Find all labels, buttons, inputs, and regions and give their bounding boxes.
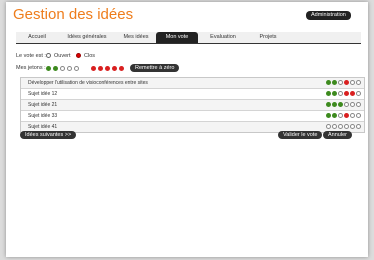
main-panel: Gestion des idées Administration Accueil… [6, 2, 368, 257]
vote-empty-dot[interactable] [356, 124, 361, 129]
tab-accueil[interactable]: Accueil [16, 32, 58, 43]
vote-empty-dot[interactable] [350, 113, 355, 118]
idea-title: Sujet idée 33 [28, 113, 58, 119]
vote-green-dot[interactable] [332, 113, 337, 118]
administration-button[interactable]: Administration [306, 11, 351, 20]
token-empty-dot [60, 66, 65, 71]
vote-red-dot[interactable] [344, 80, 349, 85]
token-red-dot [91, 66, 96, 71]
vote-empty-dot[interactable] [338, 91, 343, 96]
token-red-dot [112, 66, 117, 71]
idea-vote-dots [326, 91, 366, 97]
idea-vote-dots [326, 80, 366, 86]
vote-red-dot[interactable] [350, 91, 355, 96]
vote-empty-dot[interactable] [338, 113, 343, 118]
vote-empty-dot[interactable] [344, 124, 349, 129]
idea-title: Sujet idée 21 [28, 102, 58, 108]
vote-red-dot[interactable] [344, 91, 349, 96]
idea-vote-dots [326, 102, 366, 108]
idea-vote-dots [326, 113, 366, 119]
vote-closed-label: Clos [84, 53, 96, 59]
vote-empty-dot[interactable] [350, 102, 355, 107]
vote-status-label: Le vote est : [16, 53, 46, 59]
vote-red-dot[interactable] [344, 113, 349, 118]
vote-green-dot[interactable] [326, 113, 331, 118]
vote-empty-dot[interactable] [356, 113, 361, 118]
vote-empty-dot[interactable] [338, 124, 343, 129]
vote-empty-dot[interactable] [326, 124, 331, 129]
vote-empty-dot[interactable] [356, 102, 361, 107]
idea-title: Sujet idée 12 [28, 91, 58, 97]
tab-mes-idees[interactable]: Mes idées [116, 32, 156, 43]
tab-mon-vote[interactable]: Mon vote [156, 32, 198, 43]
vote-open-label: Ouvert [54, 53, 71, 59]
idea-title: Sujet idée 41 [28, 124, 58, 130]
vote-green-dot[interactable] [332, 102, 337, 107]
tab-evaluation[interactable]: Evaluation [198, 32, 248, 43]
vote-empty-dot[interactable] [338, 80, 343, 85]
page-title: Gestion des idées [13, 6, 134, 23]
idea-vote-dots [326, 124, 366, 130]
vote-green-dot[interactable] [326, 102, 331, 107]
vote-empty-dot[interactable] [332, 124, 337, 129]
vote-closed-radio[interactable] [76, 53, 81, 58]
token-empty-dot [67, 66, 72, 71]
vote-green-dot[interactable] [338, 102, 343, 107]
vote-green-dot[interactable] [326, 91, 331, 96]
token-empty-dot [74, 66, 79, 71]
token-red-dot [98, 66, 103, 71]
vote-empty-dot[interactable] [356, 91, 361, 96]
vote-empty-dot[interactable] [350, 124, 355, 129]
vote-green-dot[interactable] [326, 80, 331, 85]
token-red-dot [119, 66, 124, 71]
vote-open-radio[interactable] [46, 53, 51, 58]
token-green-dot [53, 66, 58, 71]
token-red-dot [105, 66, 110, 71]
idea-title: Développer l'utilisation de visioconfére… [28, 80, 148, 86]
idea-row[interactable]: Sujet idée 33 [21, 111, 364, 122]
ideas-table: Développer l'utilisation de visioconfére… [20, 77, 365, 133]
cancel-button[interactable]: Annuler [323, 131, 352, 139]
validate-vote-button[interactable]: Valider le vote [278, 131, 323, 139]
next-ideas-button[interactable]: Idées suivantes >> [20, 131, 77, 139]
tab-bar: Accueil Idées générales Mes idées Mon vo… [16, 32, 361, 44]
idea-row[interactable]: Développer l'utilisation de visioconfére… [21, 78, 364, 89]
idea-row[interactable]: Sujet idée 12 [21, 89, 364, 100]
jetons-label: Mes jetons : [16, 65, 46, 71]
token-green-dot [46, 66, 51, 71]
tab-idees-generales[interactable]: Idées générales [58, 32, 116, 43]
vote-green-dot[interactable] [332, 80, 337, 85]
vote-empty-dot[interactable] [356, 80, 361, 85]
reset-button[interactable]: Remettre à zéro [130, 64, 180, 72]
vote-empty-dot[interactable] [350, 80, 355, 85]
tab-projets[interactable]: Projets [248, 32, 288, 43]
vote-empty-dot[interactable] [344, 102, 349, 107]
idea-row[interactable]: Sujet idée 21 [21, 100, 364, 111]
vote-green-dot[interactable] [332, 91, 337, 96]
